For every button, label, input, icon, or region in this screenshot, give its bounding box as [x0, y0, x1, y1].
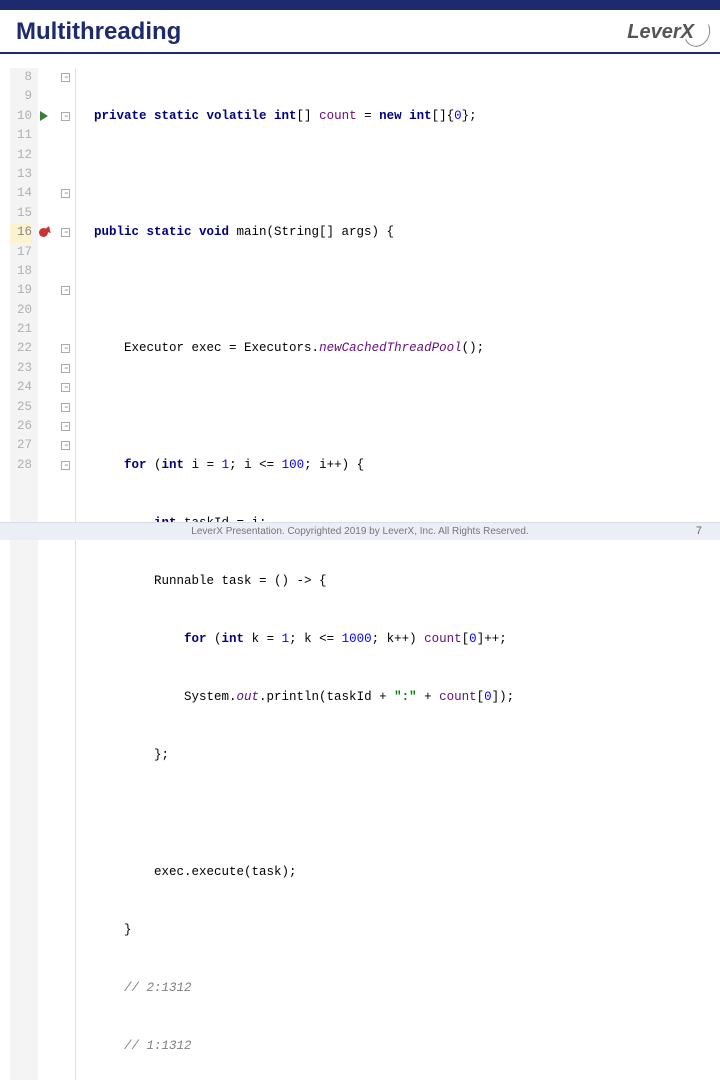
- lineno: 20: [10, 301, 32, 320]
- run-arrow-icon: [40, 111, 48, 121]
- fold-icon: [61, 441, 70, 450]
- code-line: // 2:1312: [94, 979, 514, 998]
- code-line: for (int k = 1; k <= 1000; k++) count[0]…: [94, 630, 514, 649]
- fold-icon: [61, 286, 70, 295]
- lineno: 15: [10, 204, 32, 223]
- breakpoint-marker: [38, 223, 58, 242]
- code-line: }: [94, 921, 514, 940]
- run-marker: [38, 107, 58, 126]
- code-line: private static volatile int[] count = ne…: [94, 107, 514, 126]
- header-divider: [0, 52, 720, 54]
- lineno: 18: [10, 262, 32, 281]
- footer-text: LeverX Presentation. Copyrighted 2019 by…: [191, 526, 528, 537]
- fold-icon: [61, 228, 70, 237]
- code-line: };: [94, 746, 514, 765]
- lineno: 14: [10, 184, 32, 203]
- code-line: [94, 165, 514, 184]
- lineno: 12: [10, 146, 32, 165]
- code-line: Runnable task = () -> {: [94, 572, 514, 591]
- fold-icon: [61, 73, 70, 82]
- lineno: 24: [10, 378, 32, 397]
- lineno: 23: [10, 359, 32, 378]
- slide-title: Multithreading: [16, 18, 181, 46]
- fold-icon: [61, 383, 70, 392]
- lineno: 11: [10, 126, 32, 145]
- code-line: [94, 804, 514, 823]
- lineno: 27: [10, 436, 32, 455]
- gutter-fold: [58, 68, 76, 1080]
- code-line: public static void main(String[] args) {: [94, 223, 514, 242]
- lineno: 13: [10, 165, 32, 184]
- lineno: 28: [10, 456, 32, 475]
- fold-icon: [61, 112, 70, 121]
- code-line: // 1:1312: [94, 1037, 514, 1056]
- fold-icon: [61, 364, 70, 373]
- code-line: [94, 281, 514, 300]
- lineno-current: 16: [10, 223, 32, 242]
- logo-ring-icon: [680, 13, 714, 50]
- lineno: 22: [10, 339, 32, 358]
- fold-icon: [61, 189, 70, 198]
- slide-header: Multithreading LeverX: [0, 10, 720, 52]
- lineno: 25: [10, 398, 32, 417]
- page-number: 7: [696, 525, 702, 537]
- breakpoint-icon: [39, 228, 48, 237]
- slide-footer: LeverX Presentation. Copyrighted 2019 by…: [0, 522, 720, 540]
- lineno: 10: [10, 107, 32, 126]
- code-line: Executor exec = Executors.newCachedThrea…: [94, 339, 514, 358]
- code-editor: 8 9 10 11 12 13 14 15 16 17 18 19 20 21 …: [0, 68, 720, 1080]
- gutter-line-numbers: 8 9 10 11 12 13 14 15 16 17 18 19 20 21 …: [10, 68, 38, 1080]
- code-line: System.out.println(taskId + ":" + count[…: [94, 688, 514, 707]
- lineno: 8: [10, 68, 32, 87]
- lineno: 9: [10, 87, 32, 106]
- code-body: private static volatile int[] count = ne…: [76, 68, 514, 1080]
- fold-icon: [61, 461, 70, 470]
- gutter-markers: [38, 68, 58, 1080]
- lineno: 21: [10, 320, 32, 339]
- fold-icon: [61, 344, 70, 353]
- code-line: exec.execute(task);: [94, 863, 514, 882]
- code-line: for (int i = 1; i <= 100; i++) {: [94, 456, 514, 475]
- lineno: 17: [10, 243, 32, 262]
- fold-icon: [61, 403, 70, 412]
- logo: LeverX: [627, 21, 704, 44]
- code-line: [94, 397, 514, 416]
- top-accent-bar: [0, 0, 720, 10]
- fold-icon: [61, 422, 70, 431]
- lineno: 19: [10, 281, 32, 300]
- lineno: 26: [10, 417, 32, 436]
